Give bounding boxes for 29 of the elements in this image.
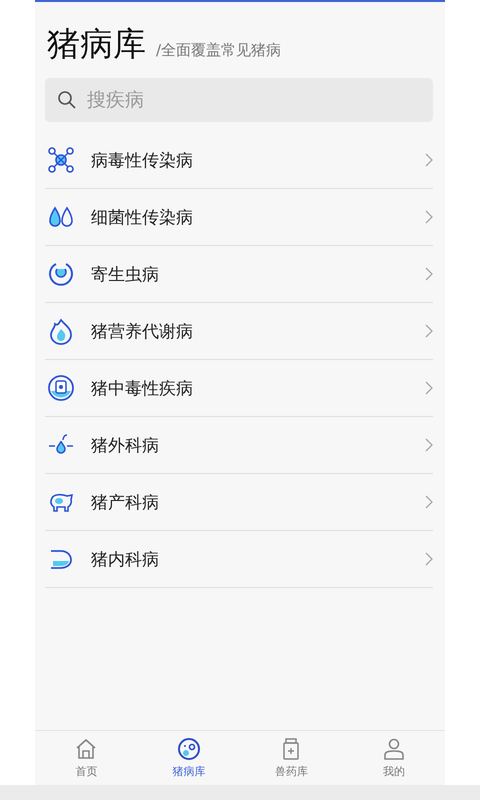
chevron-icon	[425, 438, 433, 452]
chevron-icon	[425, 381, 433, 395]
category-item[interactable]: 病毒性传染病	[45, 132, 433, 189]
molecule-icon	[47, 146, 75, 174]
flame-icon	[47, 317, 75, 345]
category-item[interactable]: 猪外科病	[45, 417, 433, 474]
chevron-icon	[425, 495, 433, 509]
chevron-icon	[425, 267, 433, 281]
category-item[interactable]: 猪营养代谢病	[45, 303, 433, 360]
nav-tab[interactable]: 猪病库	[138, 731, 240, 785]
category-item[interactable]: 猪产科病	[45, 474, 433, 531]
search-field[interactable]: 搜疾病	[45, 78, 433, 122]
nav-tab[interactable]: 我的	[342, 731, 445, 785]
chevron-icon	[425, 210, 433, 224]
home-icon	[74, 737, 98, 761]
page-subtitle: /全面覆盖常见猪病	[156, 41, 282, 60]
category-item[interactable]: 猪内科病	[45, 531, 433, 588]
page-title: 猪病库	[47, 24, 146, 64]
jar-icon	[47, 374, 75, 402]
category-item[interactable]: 寄生虫病	[45, 246, 433, 303]
chevron-icon	[425, 324, 433, 338]
person-icon	[382, 737, 406, 761]
chevron-icon	[425, 552, 433, 566]
category-item[interactable]: 细菌性传染病	[45, 189, 433, 246]
chevron-icon	[425, 153, 433, 167]
category-item[interactable]: 猪中毒性疾病	[45, 360, 433, 417]
search-icon	[57, 90, 77, 110]
nav-tab[interactable]: 首页	[35, 731, 138, 785]
nav-tab[interactable]: 兽药库	[240, 731, 342, 785]
